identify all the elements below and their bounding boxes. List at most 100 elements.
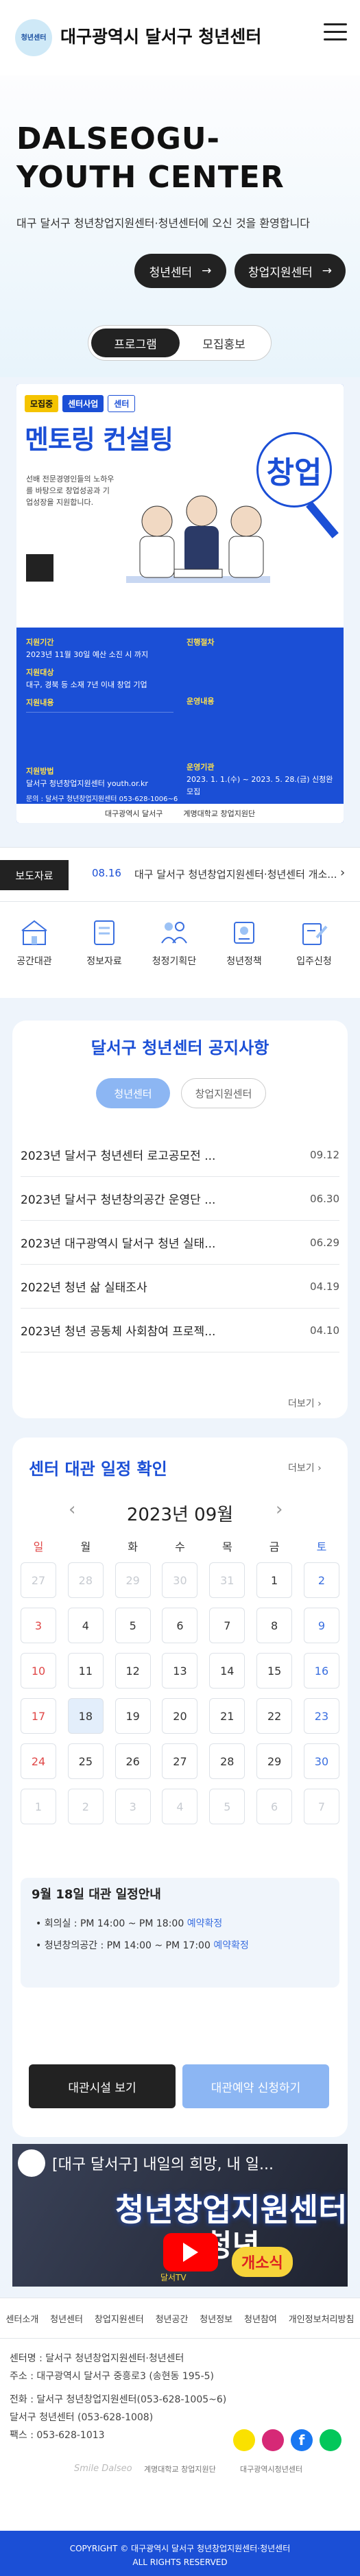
calendar-day[interactable]: 14 (209, 1653, 245, 1689)
calendar-day[interactable]: 8 (256, 1608, 293, 1643)
calendar-day[interactable]: 19 (115, 1698, 151, 1734)
view-facilities-button[interactable]: 대관시설 보기 (29, 2064, 176, 2108)
calendar-day[interactable]: 27 (162, 1743, 198, 1779)
poster-headline: 멘토링 컨설팅 (25, 425, 173, 455)
quick-move-in-apply[interactable]: 입주신청 (287, 917, 341, 968)
footer-link[interactable]: 청년참여 (244, 2312, 277, 2325)
calendar-more-link[interactable]: 더보기 › (288, 1461, 322, 1475)
quick-youth-policy[interactable]: 청년정책 (217, 917, 272, 968)
youth-policy-icon (234, 922, 254, 944)
calendar-day[interactable]: 21 (209, 1698, 245, 1734)
calendar-day[interactable]: 4 (67, 1608, 104, 1643)
calendar-day[interactable]: 29 (256, 1743, 293, 1779)
video-badge: 개소식 (232, 2247, 293, 2277)
notice-row[interactable]: 2022년 청년 삶 실태조사 04.19 (21, 1265, 339, 1309)
calendar-day[interactable]: 29 (115, 1562, 151, 1598)
notice-row[interactable]: 2023년 청년 공동체 사회참여 프로젝... 04.10 (21, 1309, 339, 1352)
footer-link[interactable]: 청년정보 (200, 2312, 232, 2325)
band-icon[interactable] (320, 2429, 341, 2451)
footer-link[interactable]: 창업지원센터 (95, 2312, 144, 2325)
calendar-day[interactable]: 5 (209, 1789, 245, 1824)
play-button-icon[interactable] (163, 2233, 218, 2271)
calendar-day-selected[interactable]: 18 (67, 1698, 104, 1734)
calendar-day[interactable]: 24 (21, 1743, 56, 1779)
footer-link[interactable]: 센터소개 (5, 2312, 38, 2325)
calendar-day[interactable]: 13 (162, 1653, 198, 1689)
youtube-video[interactable]: [대구 달서구] 내일의 희망, 내 일... 청년창업지원센터 청년 개소식 … (12, 2144, 348, 2287)
keimyung-logo: 계명대학교 창업지원단 (144, 2465, 216, 2474)
calendar-day[interactable]: 23 (303, 1698, 339, 1734)
hamburger-menu-icon[interactable] (324, 23, 347, 44)
chevron-right-icon[interactable]: › (340, 866, 345, 880)
tab-program[interactable]: 프로그램 (91, 329, 180, 357)
program-poster[interactable]: 모집중 센터사업 센터 멘토링 컨설팅 창업 선배 전문경영인들의 노하우를 바… (16, 384, 344, 823)
calendar-title: 센터 대관 일정 확인 (29, 1459, 167, 1479)
press-date: 08.16 (92, 867, 121, 879)
tab-recruit[interactable]: 모집홍보 (180, 329, 268, 357)
calendar-day[interactable]: 10 (21, 1653, 56, 1689)
calendar-day[interactable]: 27 (21, 1562, 56, 1598)
press-label: 보도자료 (0, 860, 69, 890)
calendar-day[interactable]: 3 (21, 1608, 56, 1643)
meeting-illustration (126, 495, 270, 583)
calendar-day[interactable]: 1 (256, 1562, 293, 1598)
calendar-day[interactable]: 31 (209, 1562, 245, 1598)
instagram-icon[interactable] (262, 2429, 284, 2451)
type-badge: 센터 (108, 395, 136, 412)
footer-link[interactable]: 개인정보처리방침 (289, 2312, 355, 2325)
calendar-day[interactable]: 4 (162, 1789, 198, 1824)
notice-title: 달서구 청년센터 공지사항 (91, 1038, 269, 1058)
program-tabs: 프로그램 모집홍보 (88, 325, 272, 361)
move-in-apply-icon (302, 923, 328, 945)
footer-link[interactable]: 청년센터 (50, 2312, 83, 2325)
calendar-day[interactable]: 12 (115, 1653, 151, 1689)
notice-row[interactable]: 2023년 달서구 청년창의공간 운영단 ... 06.30 (21, 1177, 339, 1221)
calendar-day[interactable]: 7 (209, 1608, 245, 1643)
quick-info-data[interactable]: 정보자료 (77, 917, 132, 968)
daegu-youth-logo: 대구광역시청년센터 (240, 2465, 303, 2474)
kakao-icon[interactable] (233, 2429, 255, 2451)
notice-row[interactable]: 2023년 대구광역시 달서구 청년 실태... 06.29 (21, 1221, 339, 1265)
site-title[interactable]: 대구광역시 달서구 청년센터 (60, 23, 261, 48)
footer-link[interactable]: 청년공간 (156, 2312, 189, 2325)
calendar-day[interactable]: 30 (162, 1562, 198, 1598)
calendar-day[interactable]: 7 (303, 1789, 339, 1824)
startup-center-button[interactable]: 창업지원센터 → (235, 254, 346, 288)
calendar-day[interactable]: 2 (303, 1562, 339, 1598)
calendar-day[interactable]: 1 (21, 1789, 56, 1824)
youth-center-button[interactable]: 청년센터 → (134, 254, 226, 288)
category-badge: 센터사업 (62, 395, 104, 412)
notice-row[interactable]: 2023년 달서구 청년센터 로고공모전 ... 09.12 (21, 1133, 339, 1177)
tab-startup-center-notices[interactable]: 창업지원센터 (181, 1078, 266, 1108)
press-ticker: 보도자료 08.16 대구 달서구 청년창업지원센터·청년센터 개소... › (0, 847, 360, 902)
calendar-day[interactable]: 2 (67, 1789, 104, 1824)
tab-youth-center-notices[interactable]: 청년센터 (96, 1078, 170, 1108)
calendar-day[interactable]: 16 (303, 1653, 339, 1689)
quick-space-rental[interactable]: 공간대관 (7, 917, 62, 968)
calendar-day[interactable]: 26 (115, 1743, 151, 1779)
poster-right-info: 진행절차 운영내용 운영기관 2023. 1. 1.(수) ~ 2023. 5.… (187, 638, 333, 796)
calendar-day[interactable]: 22 (256, 1698, 293, 1734)
calendar-day[interactable]: 15 (256, 1653, 293, 1689)
calendar-day[interactable]: 25 (67, 1743, 104, 1779)
info-data-icon (94, 920, 115, 945)
notice-more-link[interactable]: 더보기 › (288, 1396, 322, 1410)
calendar-day[interactable]: 5 (115, 1608, 151, 1643)
weekday-header: 일 월 화 수 목 금 토 (33, 1540, 327, 1553)
calendar-day[interactable]: 9 (303, 1608, 339, 1643)
calendar-day[interactable]: 28 (67, 1562, 104, 1598)
calendar-day[interactable]: 20 (162, 1698, 198, 1734)
quick-planning-group[interactable]: 청정기획단 (147, 917, 202, 968)
calendar-day[interactable]: 30 (303, 1743, 339, 1779)
calendar-day[interactable]: 17 (21, 1698, 56, 1734)
calendar-day[interactable]: 6 (162, 1608, 198, 1643)
reserve-button[interactable]: 대관예약 신청하기 (182, 2064, 329, 2108)
next-month-icon[interactable]: › (276, 1499, 283, 1520)
facebook-icon[interactable]: f (291, 2429, 313, 2451)
calendar-day[interactable]: 3 (115, 1789, 151, 1824)
press-headline-link[interactable]: 대구 달서구 청년창업지원센터·청년센터 개소... (134, 867, 336, 881)
calendar-day[interactable]: 28 (209, 1743, 245, 1779)
calendar-day[interactable]: 11 (67, 1653, 104, 1689)
site-logo[interactable]: 청년센터 (15, 19, 52, 56)
calendar-day[interactable]: 6 (256, 1789, 293, 1824)
